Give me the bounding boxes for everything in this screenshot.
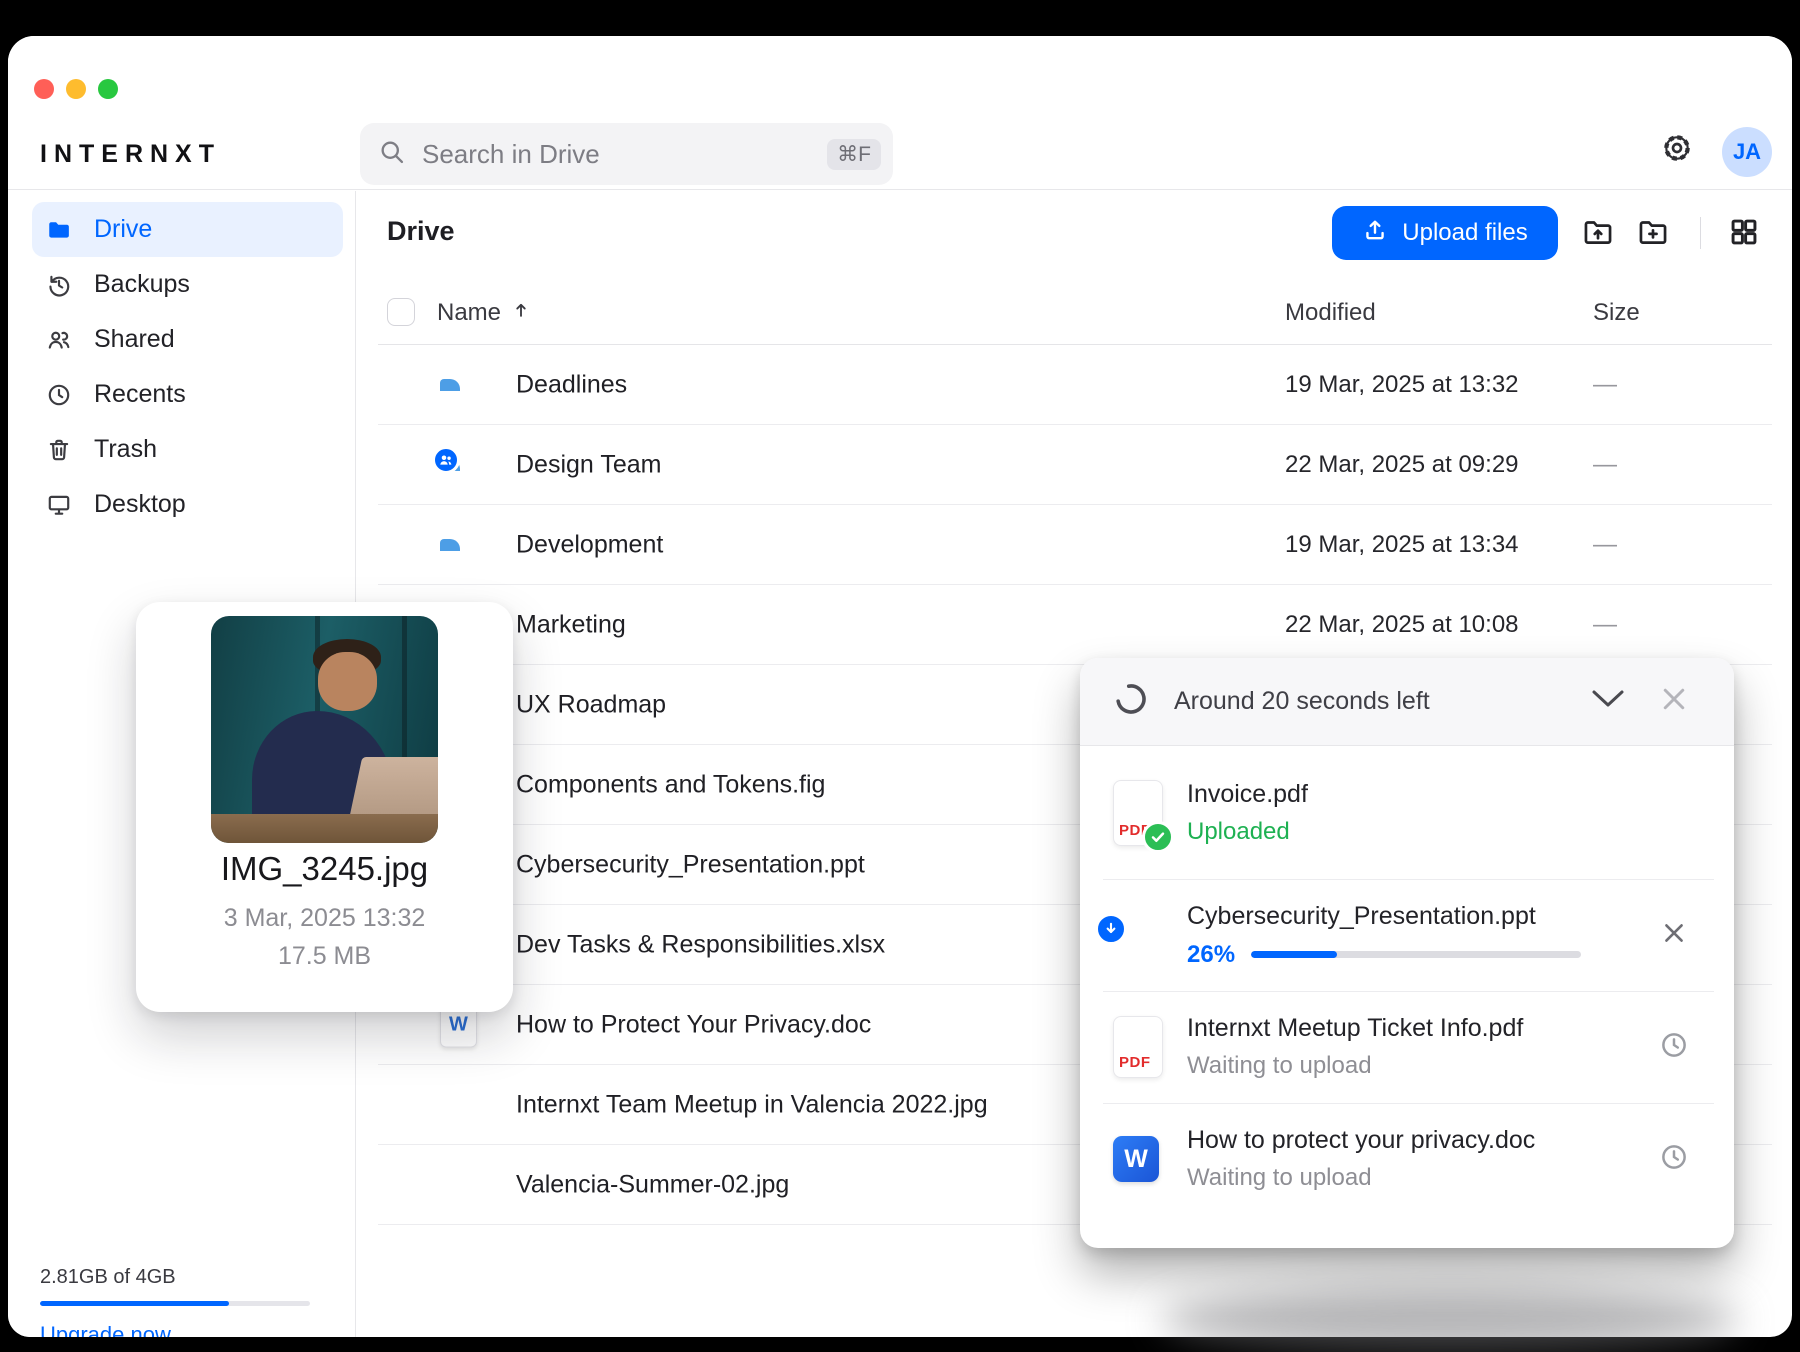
upload-item-status: Waiting to upload (1187, 1164, 1372, 1191)
monitor-icon (46, 492, 72, 518)
upload-item-name: Internxt Meetup Ticket Info.pdf (1187, 1014, 1524, 1042)
storage-progress-fill (40, 1301, 229, 1306)
sidebar-item-label: Shared (94, 325, 175, 353)
preview-size: 17.5 MB (277, 942, 372, 970)
upload-panel-header: Around 20 seconds left (1080, 658, 1734, 746)
close-icon (1661, 920, 1687, 951)
upload-item: Cybersecurity_Presentation.ppt 26% (1080, 879, 1734, 991)
upload-time-remaining: Around 20 seconds left (1174, 687, 1430, 715)
sidebar-item-label: Desktop (94, 490, 186, 518)
file-row[interactable]: Marketing 22 Mar, 2025 at 10:08 — (378, 585, 1772, 665)
preview-date: 3 Mar, 2025 13:32 (223, 904, 426, 932)
file-row[interactable]: Deadlines 19 Mar, 2025 at 13:32 — (378, 345, 1772, 425)
upload-icon (1362, 217, 1388, 250)
chevron-down-icon (1590, 688, 1626, 715)
upload-item: W How to protect your privacy.doc Waitin… (1080, 1103, 1734, 1215)
storage-progress-bar (40, 1301, 310, 1306)
column-header-size[interactable]: Size (1593, 299, 1640, 327)
shared-badge-icon (432, 445, 460, 474)
sidebar-item-trash[interactable]: Trash (32, 422, 343, 477)
sidebar-item-label: Drive (94, 215, 153, 243)
spinner-icon (1114, 682, 1148, 721)
check-circle-icon (1142, 820, 1174, 853)
avatar[interactable]: JA (1722, 127, 1772, 177)
internxt-logo: INTERNXT (40, 140, 221, 168)
upload-progress-percent: 26% (1187, 940, 1236, 968)
upload-item-status: Uploaded (1187, 817, 1290, 845)
upload-item: PDF Internxt Meetup Ticket Info.pdf Wait… (1080, 991, 1734, 1103)
file-table-header: Name Modified Size (378, 281, 1772, 345)
upload-item: PDF Invoice.pdf Uploaded (1080, 746, 1734, 879)
minimize-window-button[interactable] (66, 79, 86, 99)
cancel-upload-button[interactable] (1654, 920, 1694, 951)
close-panel-button[interactable] (1654, 682, 1694, 722)
sidebar-item-label: Trash (94, 435, 157, 463)
column-header-modified[interactable]: Modified (1285, 299, 1376, 327)
pdf-file-icon: PDF (1113, 779, 1174, 853)
upload-item-status: Waiting to upload (1187, 1052, 1372, 1079)
search-bar[interactable]: ⌘F (360, 123, 893, 185)
window-controls (34, 79, 118, 99)
trash-icon (46, 437, 72, 463)
upload-folder-button[interactable] (1580, 216, 1616, 252)
upload-progress-bar (1251, 951, 1582, 958)
sort-ascending-icon (511, 299, 531, 327)
file-row[interactable]: Development 19 Mar, 2025 at 13:34 — (378, 505, 1772, 585)
sidebar-item-desktop[interactable]: Desktop (32, 477, 343, 532)
sidebar-item-label: Backups (94, 270, 190, 298)
panel-drop-shadow (1160, 1288, 1740, 1352)
upload-files-button[interactable]: Upload files (1332, 206, 1558, 260)
upload-progress-panel: Around 20 seconds left PDF Invoice.pdf U… (1080, 658, 1734, 1248)
create-folder-button[interactable] (1635, 216, 1671, 252)
word-file-icon: W (1113, 1136, 1159, 1182)
upgrade-now-link[interactable]: Upgrade now (40, 1322, 320, 1337)
storage-usage-text: 2.81GB of 4GB (40, 1266, 176, 1288)
upload-item-name: Invoice.pdf (1187, 779, 1308, 808)
pdf-file-icon: PDF (1113, 1016, 1163, 1078)
grid-view-icon (1728, 216, 1760, 253)
sidebar-item-backups[interactable]: Backups (32, 257, 343, 312)
search-icon (378, 138, 406, 171)
column-header-name[interactable]: Name (437, 299, 531, 327)
search-input[interactable] (420, 137, 828, 171)
people-icon (46, 327, 72, 353)
sidebar-item-shared[interactable]: Shared (32, 312, 343, 367)
grid-view-button[interactable] (1726, 216, 1762, 252)
sidebar-item-drive[interactable]: Drive (32, 202, 343, 257)
gear-icon (1661, 132, 1693, 169)
upload-item-name: How to protect your privacy.doc (1187, 1126, 1536, 1154)
search-shortcut-badge: ⌘F (827, 138, 881, 170)
clock-icon (1659, 1030, 1689, 1065)
history-icon (46, 272, 72, 298)
clock-icon (46, 382, 72, 408)
file-preview-card: IMG_3245.jpg 3 Mar, 2025 13:32 17.5 MB (136, 602, 513, 1012)
zoom-window-button[interactable] (98, 79, 118, 99)
settings-button[interactable] (1654, 127, 1700, 173)
toolbar-divider (1700, 217, 1701, 249)
waiting-indicator (1654, 1030, 1694, 1065)
folder-plus-icon (1636, 215, 1670, 254)
upload-files-label: Upload files (1402, 219, 1528, 246)
folder-icon (46, 217, 72, 243)
top-bar: INTERNXT ⌘F JA (8, 36, 1792, 190)
folder-upload-icon (1581, 215, 1615, 254)
waiting-indicator (1654, 1142, 1694, 1177)
close-icon (1659, 684, 1689, 719)
close-window-button[interactable] (34, 79, 54, 99)
select-all-checkbox[interactable] (387, 298, 415, 326)
collapse-panel-button[interactable] (1588, 682, 1628, 722)
storage-widget: 2.81GB of 4GB Upgrade now (40, 1266, 320, 1337)
downloading-badge-icon (1095, 913, 1127, 945)
upload-item-name: Cybersecurity_Presentation.ppt (1187, 901, 1536, 930)
app-window: INTERNXT ⌘F JA (8, 36, 1792, 1337)
upload-progress-fill (1251, 951, 1337, 958)
clock-icon (1659, 1142, 1689, 1177)
sidebar-item-label: Recents (94, 380, 186, 408)
preview-photo (211, 616, 438, 843)
preview-filename: IMG_3245.jpg (220, 850, 429, 887)
file-row[interactable]: Design Team 22 Mar, 2025 at 09:29 — (378, 425, 1772, 505)
sidebar-item-recents[interactable]: Recents (32, 367, 343, 422)
page-title: Drive (387, 216, 455, 246)
